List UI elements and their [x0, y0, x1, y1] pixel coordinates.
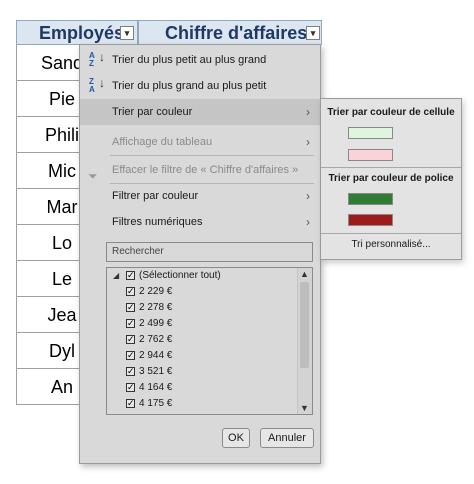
- chevron-right-icon: ›: [306, 105, 310, 119]
- list-item-label: (Sélectionner tout): [139, 270, 221, 281]
- chevron-down-icon[interactable]: ▼: [300, 403, 309, 413]
- filter-menu: A Z ↓ Trier du plus petit au plus grand Z…: [79, 44, 321, 464]
- sort-descending-item[interactable]: Z A ↓ Trier du plus grand au plus petit: [80, 73, 320, 99]
- list-item-label: 4 164 €: [139, 382, 173, 393]
- font-color-swatch-red[interactable]: [348, 214, 393, 226]
- chevron-right-icon: ›: [306, 189, 310, 203]
- sort-ascending-item[interactable]: A Z ↓ Trier du plus petit au plus grand: [80, 47, 320, 73]
- menu-divider: [110, 155, 314, 156]
- menu-item-label: Trier du plus petit au plus grand: [112, 54, 267, 66]
- menu-item-label: Effacer le filtre de « Chiffre d'affaire…: [112, 164, 299, 176]
- checkbox[interactable]: ✓: [126, 367, 135, 376]
- column-header-chiffre-affaires[interactable]: Chiffre d'affaires ▾: [138, 20, 322, 45]
- sort-by-color-item[interactable]: Trier par couleur ›: [80, 99, 320, 125]
- font-color-swatch-green[interactable]: [348, 193, 393, 205]
- custom-sort-item[interactable]: Tri personnalisé...: [321, 239, 461, 250]
- scrollbar-thumb[interactable]: [300, 282, 309, 368]
- filter-by-color-item[interactable]: Filtrer par couleur ›: [80, 183, 320, 209]
- sort-descending-icon: Z A ↓: [89, 76, 105, 94]
- cancel-button[interactable]: Annuler: [260, 428, 314, 448]
- list-item-label: 2 499 €: [139, 318, 173, 329]
- list-item-label: 2 944 €: [139, 350, 173, 361]
- column-header-label: Employés: [39, 23, 125, 43]
- chevron-right-icon: ›: [306, 135, 310, 149]
- checkbox[interactable]: ✓: [126, 303, 135, 312]
- checkbox[interactable]: ✓: [126, 287, 135, 296]
- list-item-label: 2 278 €: [139, 302, 173, 313]
- list-item-label: 2 762 €: [139, 334, 173, 345]
- checkbox[interactable]: ✓: [126, 351, 135, 360]
- clear-filter-item[interactable]: ⏷ Effacer le filtre de « Chiffre d'affai…: [80, 157, 320, 183]
- filter-dropdown-chiffre-affaires[interactable]: ▾: [306, 26, 320, 40]
- value-checklist: ◢ ✓ (Sélectionner tout) ✓ 2 229 € ✓ 2 27…: [106, 267, 313, 415]
- checkbox[interactable]: ✓: [126, 335, 135, 344]
- chevron-up-icon[interactable]: ▲: [300, 269, 309, 279]
- checkbox[interactable]: ✓: [126, 383, 135, 392]
- column-header-employes[interactable]: Employés ▾: [16, 20, 138, 45]
- list-item-label: 3 521 €: [139, 366, 173, 377]
- checkbox[interactable]: ✓: [126, 271, 135, 280]
- sort-ascending-icon: A Z ↓: [89, 50, 105, 68]
- sort-by-color-submenu: Trier par couleur de cellule Trier par c…: [320, 98, 462, 260]
- list-item-label: 4 175 €: [139, 398, 173, 409]
- menu-item-label: Filtrer par couleur: [112, 190, 199, 202]
- list-item-label: 2 229 €: [139, 286, 173, 297]
- cell-color-swatch-green[interactable]: [348, 127, 393, 139]
- checkbox[interactable]: ✓: [126, 399, 135, 408]
- table-view-item[interactable]: Affichage du tableau ›: [80, 129, 320, 155]
- menu-item-label: Affichage du tableau: [112, 136, 213, 148]
- scrollbar[interactable]: ▲ ▼: [297, 268, 312, 414]
- font-color-header: Trier par couleur de police: [328, 173, 454, 184]
- menu-item-label: Filtres numériques: [112, 216, 203, 228]
- menu-item-label: Trier par couleur: [112, 106, 193, 118]
- column-header-label: Chiffre d'affaires: [165, 23, 308, 43]
- menu-item-label: Trier du plus grand au plus petit: [112, 80, 267, 92]
- cell-color-swatch-pink[interactable]: [348, 149, 393, 161]
- cell-color-header: Trier par couleur de cellule: [327, 107, 455, 118]
- submenu-divider: [321, 233, 461, 234]
- collapse-triangle-icon: ◢: [113, 271, 120, 280]
- ok-button[interactable]: OK: [222, 428, 250, 448]
- chevron-right-icon: ›: [306, 215, 310, 229]
- checkbox[interactable]: ✓: [126, 319, 135, 328]
- search-input[interactable]: Rechercher: [106, 242, 313, 262]
- number-filters-item[interactable]: Filtres numériques ›: [80, 209, 320, 235]
- filter-dropdown-employes[interactable]: ▾: [120, 26, 134, 40]
- submenu-divider: [321, 167, 461, 168]
